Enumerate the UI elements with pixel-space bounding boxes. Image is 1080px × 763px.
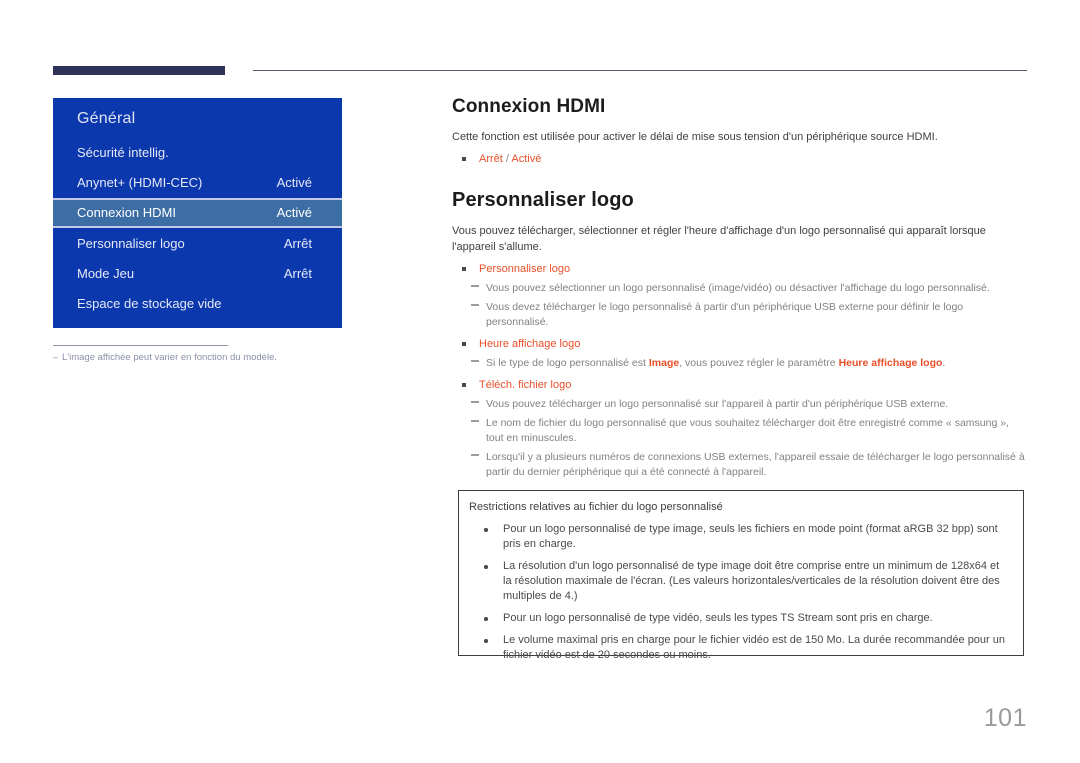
osd-row-label: Anynet+ (HDMI-CEC) — [77, 175, 203, 190]
osd-row-label: Personnaliser logo — [77, 236, 185, 251]
dash-list-group-2: Si le type de logo personnalisé est Imag… — [452, 356, 1027, 371]
section-title-connexion-hdmi: Connexion HDMI — [452, 96, 606, 117]
option-active: Activé — [511, 153, 542, 165]
header-thin-line — [253, 70, 1027, 71]
osd-row-value: Arrêt — [283, 266, 312, 281]
rich-part-3: . — [942, 357, 946, 369]
bullet-item-heure-affichage-logo: Heure affichage logo — [452, 336, 1027, 352]
osd-row-label: Connexion HDMI — [77, 205, 176, 220]
osd-row-securite-intellig[interactable]: Sécurité intellig. — [53, 138, 342, 168]
rich-highlight-heure-affichage-logo: Heure affichage logo — [838, 357, 943, 369]
rich-highlight-image: Image — [648, 357, 680, 369]
restriction-list-item: Le volume maximal pris en charge pour le… — [469, 633, 1009, 663]
osd-menu-panel: Général Sécurité intellig. Anynet+ (HDMI… — [53, 98, 342, 328]
header-accent-bar — [53, 66, 225, 75]
section2-bullet-group-3: Téléch. fichier logo — [452, 377, 1027, 393]
osd-row-value: Arrêt — [283, 236, 312, 251]
dash-list-group-3: Vous pouvez télécharger un logo personna… — [452, 397, 1027, 480]
section1-paragraph: Cette fonction est utilisée pour activer… — [452, 131, 938, 143]
osd-row-value: Activé — [276, 205, 312, 220]
section2-bullet-group-2: Heure affichage logo — [452, 336, 1027, 352]
bullet-item-options: Arrêt / Activé — [452, 151, 1027, 167]
restriction-list-item: Pour un logo personnalisé de type image,… — [469, 522, 1009, 552]
dash-item: Le nom de fichier du logo personnalisé q… — [452, 416, 1027, 446]
osd-menu-title: Général — [77, 110, 136, 127]
dash-item: Vous devez télécharger le logo personnal… — [452, 300, 1027, 330]
panel-note: – L'image affichée peut varier en fonctio… — [53, 351, 383, 365]
dash-list-group-1: Vous pouvez sélectionner un logo personn… — [452, 281, 1027, 330]
restriction-box-list: Pour un logo personnalisé de type image,… — [469, 522, 1009, 663]
restriction-box: Restrictions relatives au fichier du log… — [458, 490, 1024, 661]
content-column: Connexion HDMI Cette fonction est utilis… — [452, 96, 1027, 480]
dash-item-rich: Si le type de logo personnalisé est Imag… — [452, 356, 1027, 371]
page-number: 101 — [983, 704, 1027, 732]
osd-row-label: Espace de stockage vide — [77, 296, 222, 311]
option-arret: Arrêt — [479, 153, 503, 165]
rich-part-2: , vous pouvez régler le paramètre — [679, 357, 839, 369]
section2-bullet-group-1: Personnaliser logo — [452, 261, 1027, 277]
section-title-personnaliser-logo: Personnaliser logo — [452, 189, 634, 211]
dash-item: Vous pouvez sélectionner un logo personn… — [452, 281, 1027, 296]
osd-row-label: Mode Jeu — [77, 266, 135, 281]
osd-row-personnaliser-logo[interactable]: Personnaliser logo Arrêt — [53, 229, 342, 259]
panel-note-divider — [53, 345, 228, 346]
panel-note-text: L'image affichée peut varier en fonction… — [62, 352, 277, 363]
header-rule — [53, 66, 1027, 76]
osd-row-value: Activé — [276, 175, 312, 190]
section2-paragraph: Vous pouvez télécharger, sélectionner et… — [452, 225, 986, 253]
bullet-item-telech-fichier-logo: Téléch. fichier logo — [452, 377, 1027, 393]
osd-row-connexion-hdmi[interactable]: Connexion HDMI Activé — [53, 198, 342, 228]
osd-row-mode-jeu[interactable]: Mode Jeu Arrêt — [53, 259, 342, 289]
dash-item: Vous pouvez télécharger un logo personna… — [452, 397, 1027, 412]
restriction-list-item: Pour un logo personnalisé de type vidéo,… — [469, 611, 1009, 626]
restriction-box-heading: Restrictions relatives au fichier du log… — [469, 501, 723, 513]
osd-row-anynet-hdmi-cec[interactable]: Anynet+ (HDMI-CEC) Activé — [53, 168, 342, 198]
osd-row-label: Sécurité intellig. — [77, 145, 169, 160]
osd-row-espace-de-stockage-vide[interactable]: Espace de stockage vide — [53, 289, 342, 319]
dash-item: Lorsqu'il y a plusieurs numéros de conne… — [452, 450, 1027, 480]
bullet-item-personnaliser-logo: Personnaliser logo — [452, 261, 1027, 277]
dash-marker-icon: – — [53, 352, 59, 363]
rich-part-1: Si le type de logo personnalisé est — [486, 357, 649, 369]
section1-bullet-list: Arrêt / Activé — [452, 151, 1027, 167]
restriction-list-item: La résolution d'un logo personnalisé de … — [469, 559, 1009, 604]
